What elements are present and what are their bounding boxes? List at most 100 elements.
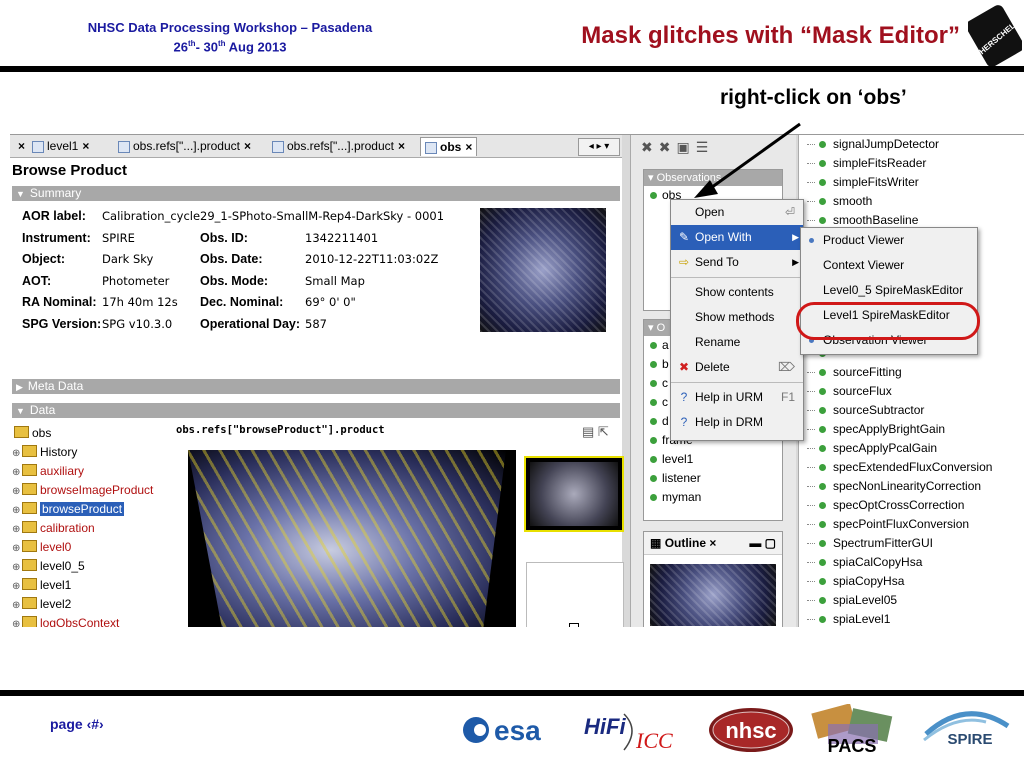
task-item[interactable]: spiaCopyHsa (799, 572, 1024, 591)
delete-icon: ✖ (678, 360, 690, 374)
expand-icon[interactable]: ⊕ (12, 444, 20, 463)
close-icon[interactable]: × (82, 139, 89, 153)
close-icon[interactable]: × (709, 536, 716, 550)
menu-item-show-contents[interactable]: Show contents (671, 280, 803, 305)
folder-icon (22, 483, 37, 495)
task-item[interactable]: specApplyBrightGain (799, 420, 1024, 439)
summary-thumbnail (480, 208, 606, 332)
image-overview[interactable] (524, 456, 624, 532)
delete-key-icon: ⌦ (778, 360, 795, 374)
tree-node[interactable]: ⊕ level0 (12, 538, 172, 557)
tree-node[interactable]: ⊕ calibration (12, 519, 172, 538)
tree-node[interactable]: ⊕ browseImageProduct (12, 481, 172, 500)
menu-item-rename[interactable]: Rename (671, 330, 803, 355)
task-item[interactable]: specNonLinearityCorrection (799, 477, 1024, 496)
task-item[interactable]: specPointFluxConversion (799, 515, 1024, 534)
task-label: smooth (833, 194, 873, 208)
summary-header[interactable]: ▼ Summary (12, 186, 620, 201)
variable-icon (650, 494, 657, 502)
expand-icon[interactable]: ⊕ (12, 558, 20, 577)
tab-label: obs (440, 140, 462, 154)
task-label: sourceFitting (833, 365, 902, 379)
task-item[interactable]: specExtendedFluxConversion (799, 458, 1024, 477)
variable-item[interactable]: level1 (644, 450, 782, 469)
menu-item-label: Show methods (695, 310, 775, 324)
submenu-item-level05-mask-editor[interactable]: Level0_5 SpireMaskEditor (801, 278, 977, 303)
task-item[interactable]: simpleFitsReader (799, 154, 1024, 173)
task-item[interactable]: signalJumpDetector (799, 135, 1024, 154)
tab-close-left[interactable]: × (10, 137, 29, 155)
tree-node-selected[interactable]: ⊕ browseProduct (12, 500, 172, 519)
expand-icon[interactable]: ⊕ (12, 463, 20, 482)
task-item[interactable]: spiaCalCopyHsa (799, 553, 1024, 572)
menu-item-delete[interactable]: ✖ Delete ⌦ (671, 355, 803, 380)
menu-item-help-urm[interactable]: ? Help in URM F1 (671, 385, 803, 410)
submenu-item-context-viewer[interactable]: Context Viewer (801, 253, 977, 278)
tree-node[interactable]: ⊕ level0_5 (12, 557, 172, 576)
task-item[interactable]: sourceFlux (799, 382, 1024, 401)
expand-icon[interactable]: ⊕ (12, 501, 20, 520)
tree-node[interactable]: ⊕ level2 (12, 595, 172, 614)
task-item[interactable]: simpleFitsWriter (799, 173, 1024, 192)
task-item[interactable]: SpectrumFitterGUI (799, 534, 1024, 553)
task-label: specNonLinearityCorrection (833, 479, 982, 493)
copy-icon[interactable]: ▤ (582, 424, 594, 439)
close-icon[interactable]: × (398, 139, 405, 153)
expand-icon[interactable]: ⊕ (12, 615, 20, 627)
menu-item-open-with[interactable]: ✎ Open With ▶ (671, 225, 803, 250)
expand-icon[interactable]: ⊕ (12, 577, 20, 596)
tree-node[interactable]: ⊕ level1 (12, 576, 172, 595)
menu-separator (671, 277, 803, 278)
expand-icon[interactable]: ⊕ (12, 482, 20, 501)
minimize-icon[interactable]: ▬ ▢ (749, 532, 776, 554)
document-icon (272, 140, 284, 153)
expand-icon[interactable]: ⊕ (12, 520, 20, 539)
meta-data-header[interactable]: ▶ Meta Data (12, 379, 620, 394)
tab-level1[interactable]: level1 × (28, 137, 93, 155)
tab-product-2[interactable]: obs.refs["...].product × (268, 137, 409, 155)
task-item[interactable]: sourceSubtractor (799, 401, 1024, 420)
task-item[interactable]: specOptCrossCorrection (799, 496, 1024, 515)
pin-icon[interactable]: ⇱ (598, 424, 609, 439)
submenu-item-product-viewer[interactable]: Product Viewer (801, 228, 977, 253)
task-item[interactable]: spiaLevel05 (799, 591, 1024, 610)
tab-obs[interactable]: obs × (420, 137, 478, 156)
product-toolbar: ▤ ⇱ (582, 424, 609, 440)
field-value: Photometer (102, 273, 170, 288)
task-item[interactable]: spiaLevel1 (799, 610, 1024, 627)
task-label: spiaLevel05 (833, 593, 898, 607)
tree-node[interactable]: ⊕ auxiliary (12, 462, 172, 481)
collapse-icon: ▼ (16, 406, 25, 416)
expand-icon[interactable]: ⊕ (12, 596, 20, 615)
expand-icon[interactable]: ⊕ (12, 539, 20, 558)
variable-icon (650, 456, 657, 464)
menu-item-help-drm[interactable]: ? Help in DRM (671, 410, 803, 435)
menu-item-send-to[interactable]: ⇨ Send To ▶ (671, 250, 803, 275)
close-all-icon[interactable]: ✖ (659, 139, 677, 155)
footer-divider (0, 690, 1024, 696)
tree-node[interactable]: ⊕ logObsContext (12, 614, 172, 627)
tab-nav-buttons[interactable]: ◂ ▸ ▾ (578, 138, 620, 156)
field-label: SPG Version: (22, 316, 102, 331)
menu-item-show-methods[interactable]: Show methods (671, 305, 803, 330)
tab-product-1[interactable]: obs.refs["...].product × (114, 137, 255, 155)
field-label: AOT: (22, 273, 52, 288)
variable-label: level1 (662, 452, 694, 466)
menu-item-label: Send To (695, 255, 739, 269)
task-label: SpectrumFitterGUI (833, 536, 934, 550)
task-item[interactable]: specApplyPcalGain (799, 439, 1024, 458)
close-icon[interactable]: × (465, 140, 472, 154)
close-icon[interactable]: ✖ (641, 139, 659, 155)
task-item[interactable]: smooth (799, 192, 1024, 211)
data-header[interactable]: ▼ Data (12, 403, 620, 418)
task-item[interactable]: sourceFitting (799, 363, 1024, 382)
folder-icon (22, 502, 37, 514)
variable-item[interactable]: listener (644, 469, 782, 488)
browse-image[interactable] (188, 450, 516, 627)
tree-node-obs[interactable]: obs (12, 424, 172, 443)
tree-node[interactable]: ⊕ History (12, 443, 172, 462)
variable-item[interactable]: myman (644, 488, 782, 507)
close-icon[interactable]: × (244, 139, 251, 153)
task-label: spiaLevel1 (833, 612, 891, 626)
variable-label: c (662, 376, 668, 390)
